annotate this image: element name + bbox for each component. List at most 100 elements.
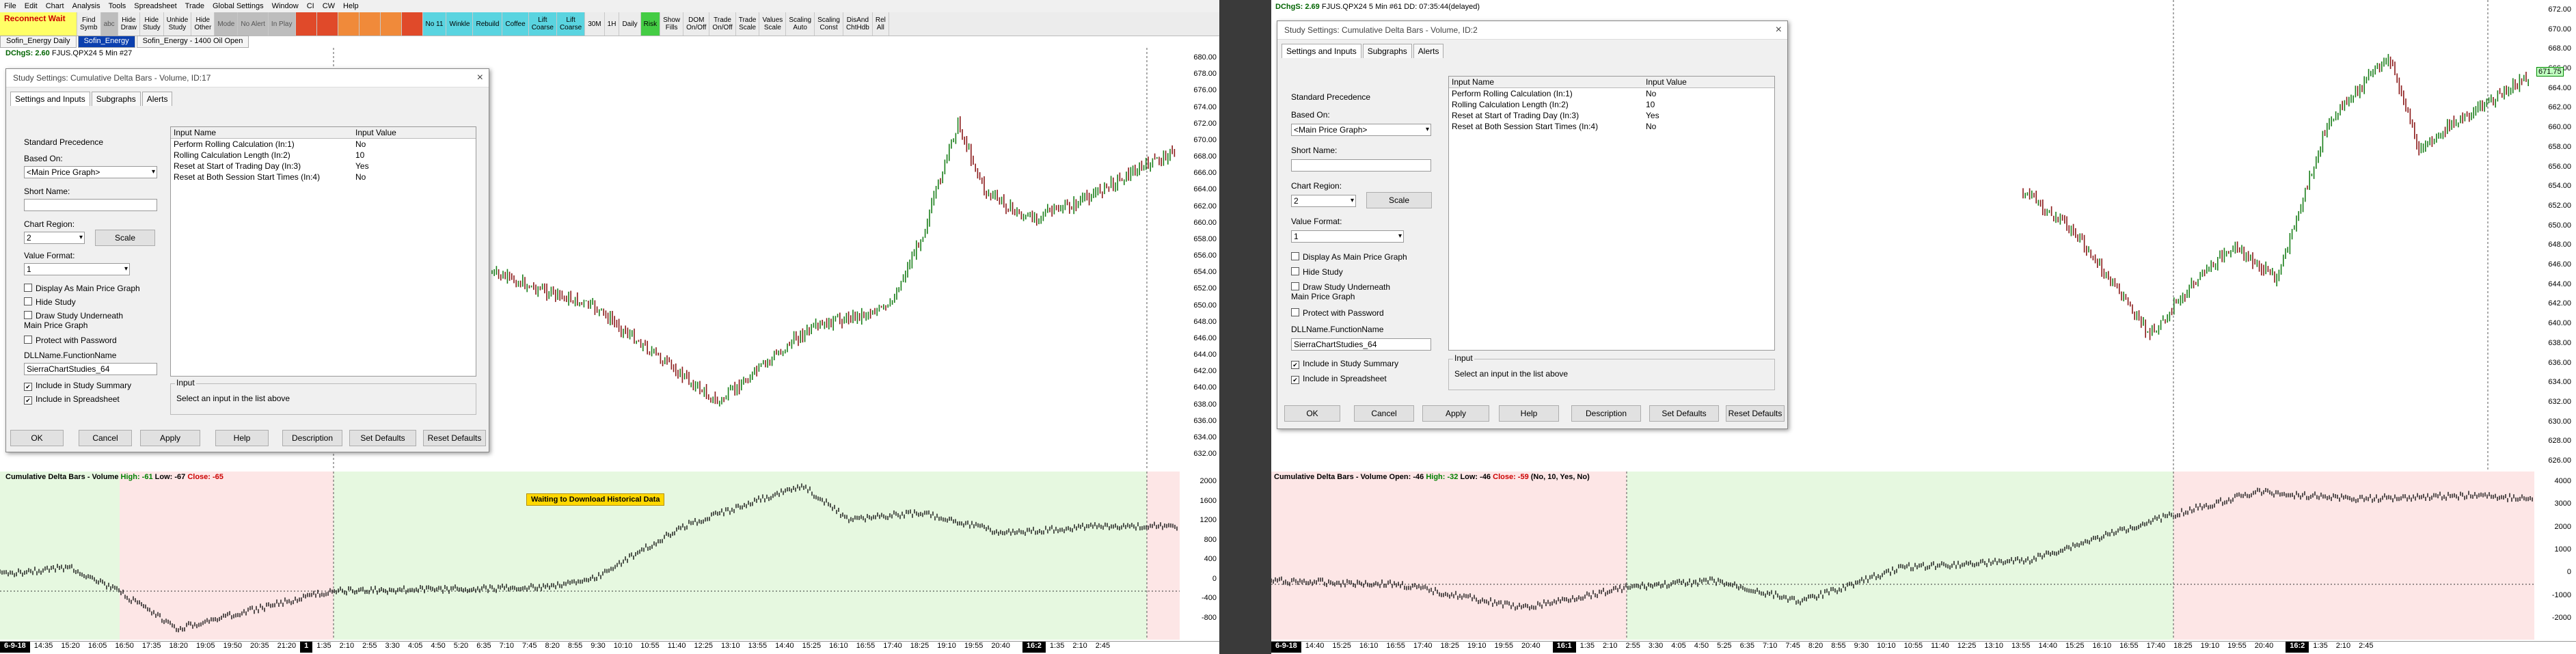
help-button[interactable]: Help <box>1499 405 1559 422</box>
close-icon[interactable]: × <box>477 69 483 87</box>
toolbar-button-21[interactable]: 30M <box>585 12 605 36</box>
toolbar-button-19[interactable]: Lift Coarse <box>528 12 557 36</box>
toolbar-button-25[interactable]: Show Fills <box>660 12 684 36</box>
toolbar-button-26[interactable]: DOM On/Off <box>683 12 710 36</box>
menu-item-2[interactable]: Chart <box>42 2 68 10</box>
short-name-input[interactable] <box>1291 159 1431 172</box>
tab-alerts[interactable]: Alerts <box>1413 44 1444 58</box>
table-row[interactable]: Reset at Start of Trading Day (In:3) Yes <box>1449 110 1774 121</box>
toolbar-button-18[interactable]: Coffee <box>502 12 529 36</box>
toolbar-button-31[interactable]: Scaling Const <box>815 12 843 36</box>
lower-study-chart[interactable] <box>1271 472 2534 640</box>
chartbook-tab-2[interactable]: Sofin_Energy - 1400 Oil Open <box>136 36 249 48</box>
tab-alerts[interactable]: Alerts <box>141 92 173 106</box>
menu-item-7[interactable]: Global Settings <box>208 2 268 10</box>
hide-study-checkbox[interactable]: Hide Study <box>24 297 76 307</box>
toolbar-button-14[interactable] <box>401 12 423 36</box>
toolbar-button-24[interactable]: Risk <box>640 12 661 36</box>
menu-item-5[interactable]: Spreadsheet <box>130 2 180 10</box>
based-on-select[interactable]: <Main Price Graph> <box>24 166 157 178</box>
toolbar-button-1[interactable]: abc <box>100 12 118 36</box>
value-format-select[interactable]: 1 <box>1291 230 1404 243</box>
menu-item-0[interactable]: File <box>0 2 21 10</box>
set-defaults-button[interactable]: Set Defaults <box>1649 405 1719 422</box>
table-row[interactable]: Perform Rolling Calculation (In:1) No <box>1449 88 1774 99</box>
table-row[interactable]: Rolling Calculation Length (In:2) 10 <box>1449 99 1774 110</box>
tab-subgraphs[interactable]: Subgraphs <box>1362 44 1412 58</box>
scale-button[interactable]: Scale <box>1366 192 1432 208</box>
dll-input[interactable]: SierraChartStudies_64 <box>1291 338 1431 351</box>
chartbook-tab-1[interactable]: Sofin_Energy <box>77 36 135 48</box>
toolbar-button-2[interactable]: Hide Draw <box>118 12 141 36</box>
hide-study-checkbox[interactable]: Hide Study <box>1291 267 1343 277</box>
display-as-main-checkbox[interactable]: Display As Main Price Graph <box>24 284 140 293</box>
toolbar-button-4[interactable]: Unhide Study <box>164 12 192 36</box>
toolbar-button-10[interactable] <box>316 12 338 36</box>
toolbar-button-3[interactable]: Hide Study <box>140 12 164 36</box>
include-study-summary-checkbox[interactable]: ✔ Include in Study Summary <box>1291 359 1398 369</box>
toolbar-button-33[interactable]: Rel All <box>873 12 889 36</box>
table-row[interactable]: Rolling Calculation Length (In:2) 10 <box>171 150 476 161</box>
short-name-input[interactable] <box>24 199 157 211</box>
table-row[interactable]: Perform Rolling Calculation (In:1) No <box>171 139 476 150</box>
scale-button[interactable]: Scale <box>95 230 155 246</box>
toolbar-button-27[interactable]: Trade On/Off <box>709 12 736 36</box>
toolbar-button-29[interactable]: Values Scale <box>759 12 787 36</box>
menu-item-9[interactable]: CI <box>303 2 318 10</box>
toolbar-button-15[interactable]: No 11 <box>422 12 447 36</box>
reset-defaults-button[interactable]: Reset Defaults <box>423 430 486 446</box>
toolbar-button-12[interactable] <box>359 12 381 36</box>
protect-password-checkbox[interactable]: Protect with Password <box>24 336 117 345</box>
dll-input[interactable]: SierraChartStudies_64 <box>24 363 157 375</box>
chart-region-select[interactable]: 2 <box>1291 195 1356 207</box>
include-spreadsheet-checkbox[interactable]: ✔ Include in Spreadsheet <box>24 394 120 405</box>
protect-password-checkbox[interactable]: Protect with Password <box>1291 308 1384 318</box>
toolbar-button-0[interactable]: Find Symb <box>77 12 101 36</box>
toolbar-button-22[interactable]: 1H <box>605 12 620 36</box>
toolbar-button-23[interactable]: Daily <box>619 12 641 36</box>
menu-item-10[interactable]: CW <box>318 2 339 10</box>
cancel-button[interactable]: Cancel <box>79 430 132 446</box>
display-as-main-checkbox[interactable]: Display As Main Price Graph <box>1291 252 1407 262</box>
set-defaults-button[interactable]: Set Defaults <box>349 430 416 446</box>
draw-underneath-checkbox[interactable]: Draw Study Underneath Main Price Graph <box>1291 282 1441 301</box>
draw-underneath-checkbox[interactable]: Draw Study Underneath Main Price Graph <box>24 311 161 330</box>
chartbook-tab-0[interactable]: Sofin_Energy Daily <box>0 36 77 48</box>
table-row[interactable]: Reset at Both Session Start Times (In:4)… <box>171 172 476 182</box>
table-row[interactable]: Reset at Start of Trading Day (In:3) Yes <box>171 161 476 172</box>
menu-item-11[interactable]: Help <box>339 2 363 10</box>
toolbar-button-32[interactable]: DisAnd ChtHdb <box>843 12 873 36</box>
toolbar-button-11[interactable] <box>338 12 360 36</box>
menu-item-8[interactable]: Window <box>268 2 303 10</box>
tab-settings-and-inputs[interactable]: Settings and Inputs <box>10 92 90 106</box>
reset-defaults-button[interactable]: Reset Defaults <box>1726 405 1785 422</box>
include-spreadsheet-checkbox[interactable]: ✔ Include in Spreadsheet <box>1291 374 1387 384</box>
description-button[interactable]: Description <box>1571 405 1641 422</box>
description-button[interactable]: Description <box>282 430 342 446</box>
toolbar-button-9[interactable] <box>295 12 317 36</box>
value-format-select[interactable]: 1 <box>24 263 130 275</box>
chart-region-select[interactable]: 2 <box>24 232 85 244</box>
toolbar-button-16[interactable]: Winkle <box>446 12 474 36</box>
apply-button[interactable]: Apply <box>140 430 200 446</box>
tab-subgraphs[interactable]: Subgraphs <box>91 92 141 106</box>
toolbar-button-17[interactable]: Rebuild <box>473 12 503 36</box>
toolbar-button-20[interactable]: Lift Coarse <box>556 12 586 36</box>
menu-item-3[interactable]: Analysis <box>68 2 105 10</box>
tab-settings-and-inputs[interactable]: Settings and Inputs <box>1282 44 1361 58</box>
toolbar-button-5[interactable]: Hide Other <box>191 12 215 36</box>
toolbar-button-28[interactable]: Trade Scale <box>736 12 760 36</box>
toolbar-button-6[interactable]: Mode <box>215 12 239 36</box>
ok-button[interactable]: OK <box>10 430 64 446</box>
toolbar-button-13[interactable] <box>380 12 402 36</box>
help-button[interactable]: Help <box>215 430 269 446</box>
based-on-select[interactable]: <Main Price Graph> <box>1291 124 1431 136</box>
toolbar-button-8[interactable]: In Play <box>268 12 296 36</box>
toolbar-button-30[interactable]: Scaling Auto <box>786 12 815 36</box>
ok-button[interactable]: OK <box>1284 405 1340 422</box>
menu-item-1[interactable]: Edit <box>21 2 42 10</box>
menu-item-6[interactable]: Trade <box>181 2 208 10</box>
menu-item-4[interactable]: Tools <box>105 2 131 10</box>
include-study-summary-checkbox[interactable]: ✔ Include in Study Summary <box>24 381 131 391</box>
toolbar-button-7[interactable]: No Alert <box>238 12 269 36</box>
